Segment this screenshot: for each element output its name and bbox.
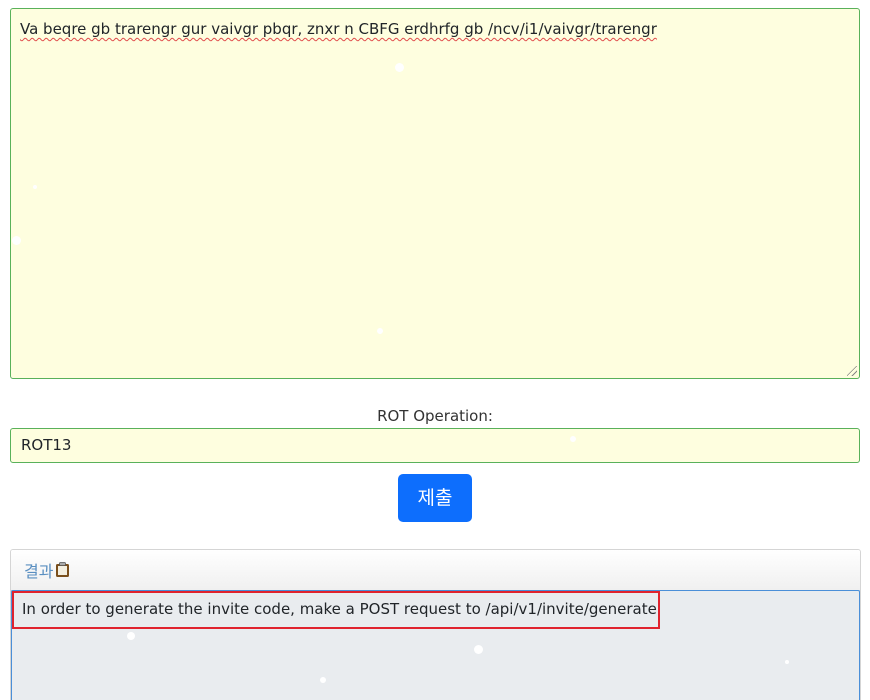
result-output-text: In order to generate the invite code, ma… xyxy=(22,600,657,618)
input-textarea-text: Va beqre gb trarengr gur vaivgr pbqr, zn… xyxy=(20,20,657,38)
page: Va beqre gb trarengr gur vaivgr pbqr, zn… xyxy=(0,0,870,700)
result-title: 결과 xyxy=(24,562,54,581)
submit-button[interactable]: 제출 xyxy=(398,474,472,522)
result-card: 결과 In order to generate the invite code,… xyxy=(10,549,861,700)
resize-handle-icon[interactable] xyxy=(847,366,857,376)
rot-operation-label: ROT Operation: xyxy=(377,407,493,425)
rot-operation-input[interactable]: ROT13 xyxy=(10,428,860,463)
input-textarea[interactable]: Va beqre gb trarengr gur vaivgr pbqr, zn… xyxy=(10,8,860,379)
clipboard-icon[interactable] xyxy=(55,562,70,582)
result-header: 결과 xyxy=(11,550,860,591)
result-output[interactable]: In order to generate the invite code, ma… xyxy=(11,590,860,700)
